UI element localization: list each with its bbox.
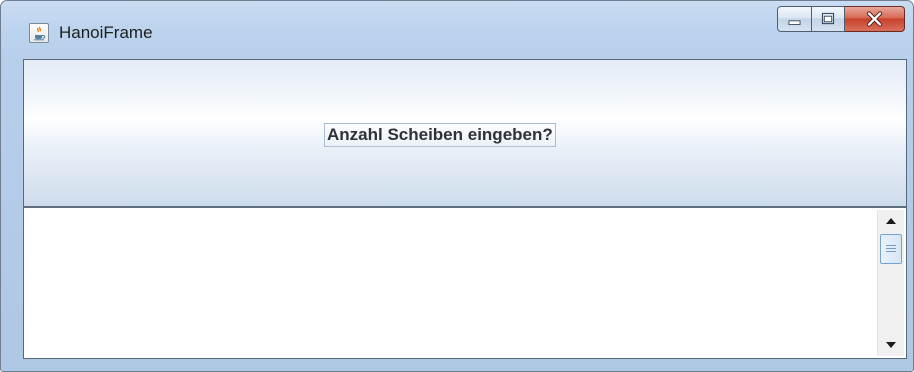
java-cup-glyph [34, 26, 46, 41]
caption-buttons [777, 6, 905, 36]
close-icon [866, 11, 883, 27]
prompt-panel: Anzahl Scheiben eingeben? [24, 60, 906, 208]
window-bottom-border [1, 359, 913, 371]
maximize-button[interactable] [811, 6, 845, 32]
title-bar[interactable]: HanoiFrame [1, 1, 913, 59]
minimize-button[interactable] [777, 6, 811, 32]
scroll-up-button[interactable] [878, 210, 904, 232]
scroll-thumb[interactable] [880, 234, 902, 264]
content-pane: Anzahl Scheiben eingeben? [23, 59, 907, 359]
window-title: HanoiFrame [59, 23, 153, 42]
vertical-scrollbar[interactable] [877, 210, 904, 356]
output-text-area[interactable] [26, 211, 878, 356]
prompt-label: Anzahl Scheiben eingeben? [324, 123, 556, 147]
maximize-icon [821, 12, 835, 25]
grip-lines-icon [886, 245, 896, 252]
application-window: HanoiFrame Anzahl Scheiben eingeben? [0, 0, 914, 372]
arrow-up-icon [886, 218, 896, 224]
java-cup-icon[interactable] [29, 23, 49, 43]
scroll-down-button[interactable] [878, 334, 904, 356]
minimize-icon [788, 20, 801, 25]
arrow-down-icon [886, 342, 896, 348]
close-button[interactable] [845, 6, 905, 32]
